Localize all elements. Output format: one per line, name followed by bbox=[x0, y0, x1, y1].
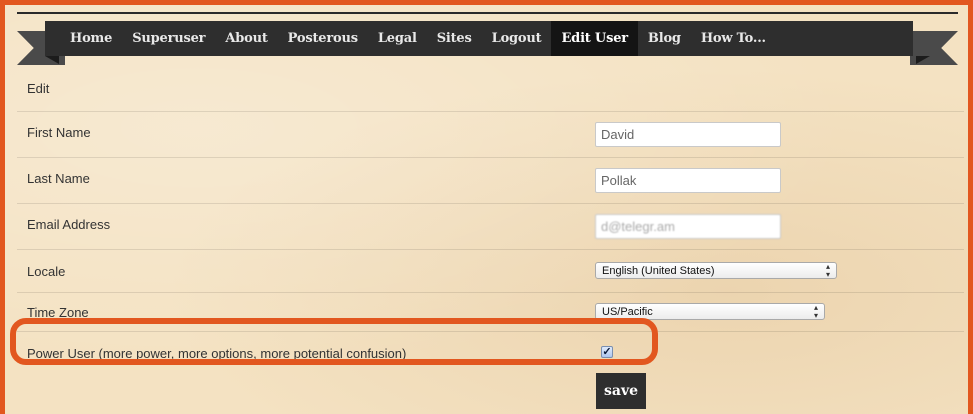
locale-select-value: English (United States) bbox=[602, 264, 715, 277]
locale-row: Locale English (United States) ▴ ▾ bbox=[17, 249, 964, 292]
time-zone-select-value: US/Pacific bbox=[602, 305, 653, 318]
email-row: Email Address bbox=[17, 203, 964, 249]
nav-item-about[interactable]: About bbox=[215, 21, 277, 56]
nav-item-legal[interactable]: Legal bbox=[368, 21, 427, 56]
page: Home Superuser About Posterous Legal Sit… bbox=[5, 5, 968, 414]
last-name-input[interactable] bbox=[595, 168, 781, 193]
form-heading-row: Edit bbox=[17, 65, 964, 111]
locale-label: Locale bbox=[27, 264, 66, 279]
select-arrows-icon: ▴ ▾ bbox=[825, 261, 830, 279]
nav-item-posterous[interactable]: Posterous bbox=[278, 21, 368, 56]
nav-item-edit-user[interactable]: Edit User bbox=[551, 21, 638, 56]
first-name-label: First Name bbox=[27, 125, 91, 140]
nav-item-how-to[interactable]: How To... bbox=[691, 21, 776, 56]
power-user-row: Power User (more power, more options, mo… bbox=[17, 331, 964, 371]
locale-select[interactable]: English (United States) ▴ ▾ bbox=[595, 262, 837, 279]
edit-user-form: Edit First Name Last Name Email Address … bbox=[17, 65, 964, 371]
nav-item-home[interactable]: Home bbox=[60, 21, 122, 56]
power-user-label: Power User (more power, more options, mo… bbox=[27, 346, 407, 361]
time-zone-select[interactable]: US/Pacific ▴ ▾ bbox=[595, 303, 825, 320]
main-nav: Home Superuser About Posterous Legal Sit… bbox=[45, 21, 913, 56]
last-name-row: Last Name bbox=[17, 157, 964, 203]
top-divider bbox=[17, 12, 958, 14]
last-name-label: Last Name bbox=[27, 171, 90, 186]
first-name-row: First Name bbox=[17, 111, 964, 157]
select-arrows-icon: ▴ ▾ bbox=[813, 302, 818, 320]
nav-item-blog[interactable]: Blog bbox=[638, 21, 691, 56]
power-user-checkbox[interactable]: ✓ bbox=[601, 346, 613, 358]
nav-item-sites[interactable]: Sites bbox=[427, 21, 482, 56]
first-name-input[interactable] bbox=[595, 122, 781, 147]
form-heading: Edit bbox=[27, 81, 50, 96]
nav-item-logout[interactable]: Logout bbox=[482, 21, 552, 56]
time-zone-row: Time Zone US/Pacific ▴ ▾ bbox=[17, 292, 964, 331]
email-label: Email Address bbox=[27, 217, 111, 232]
checkmark-icon: ✓ bbox=[602, 345, 612, 358]
time-zone-label: Time Zone bbox=[27, 305, 89, 320]
nav-item-superuser[interactable]: Superuser bbox=[122, 21, 215, 56]
save-button[interactable]: save bbox=[596, 373, 646, 409]
email-input[interactable] bbox=[595, 214, 781, 239]
